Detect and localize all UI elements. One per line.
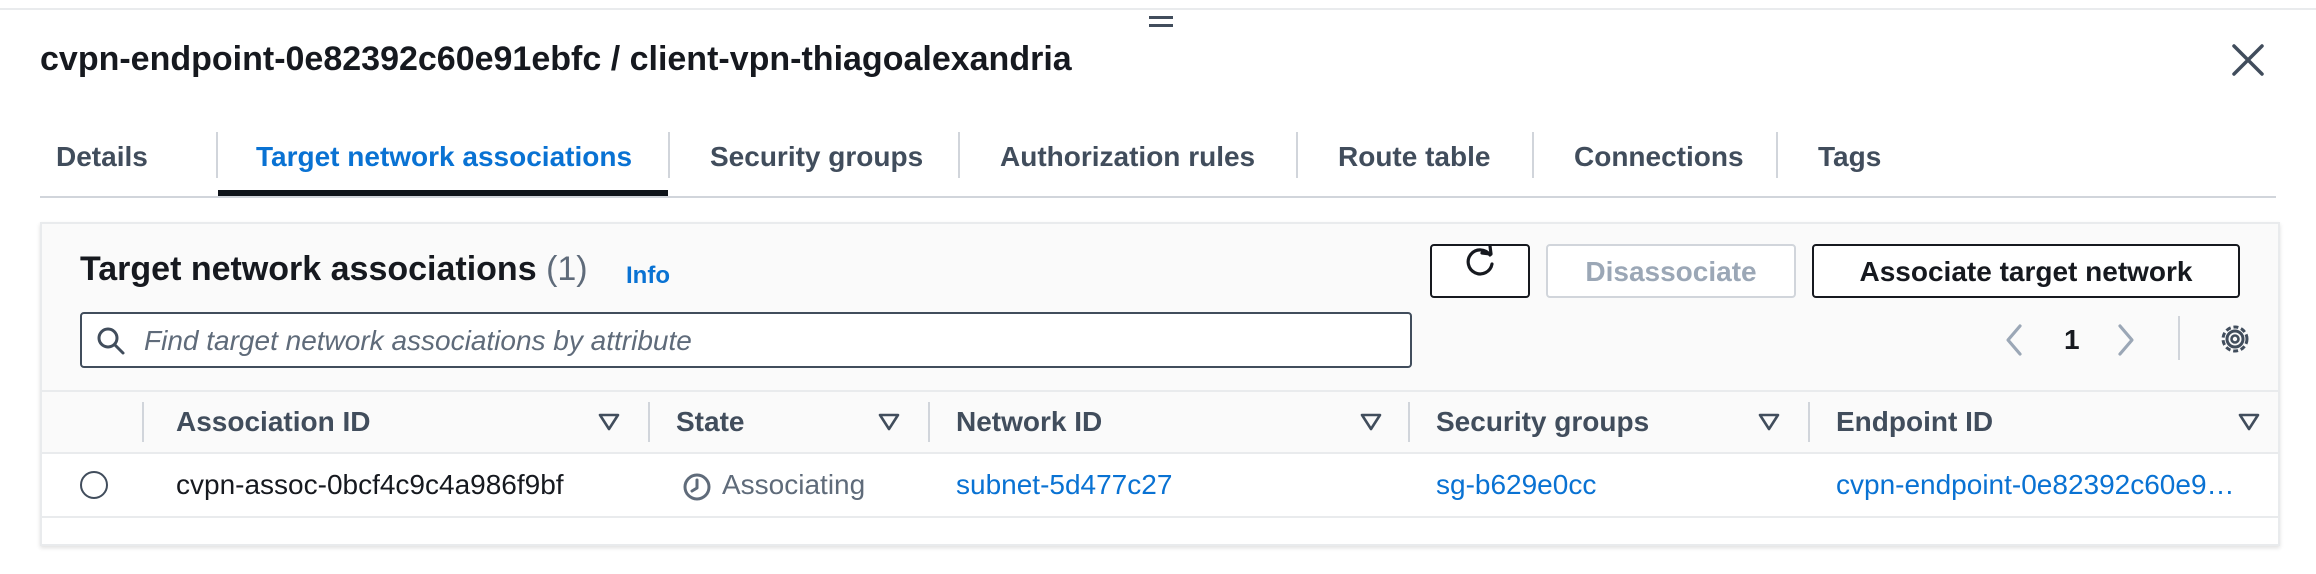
security-group-link[interactable]: sg-b629e0cc	[1436, 454, 1596, 516]
column-separator	[142, 402, 144, 442]
column-separator	[648, 402, 650, 442]
tab-connections[interactable]: Connections	[1574, 128, 1744, 196]
disassociate-button[interactable]: Disassociate	[1546, 244, 1796, 298]
search-icon	[96, 326, 126, 356]
tab-details[interactable]: Details	[56, 128, 148, 196]
page-title: cvpn-endpoint-0e82392c60e91ebfc / client…	[40, 40, 1072, 78]
association-id-cell: cvpn-assoc-0bcf4c9c4a986f9bf	[176, 469, 564, 500]
network-id-link[interactable]: subnet-5d477c27	[956, 454, 1172, 516]
sort-caret-icon[interactable]	[2238, 412, 2260, 432]
gear-icon[interactable]	[2216, 320, 2254, 358]
endpoint-id-link[interactable]: cvpn-endpoint-0e82392c60e9…	[1836, 454, 2256, 516]
pager-divider	[2178, 316, 2180, 360]
tab-authorization-rules[interactable]: Authorization rules	[1000, 128, 1255, 196]
target-network-associations-panel: Target network associations (1) Info Dis…	[40, 222, 2280, 546]
column-header-security-groups[interactable]: Security groups	[1436, 392, 1649, 452]
item-count: (1)	[546, 250, 588, 288]
search-input[interactable]	[142, 320, 1396, 362]
panel-title: Target network associations (1)	[80, 250, 588, 289]
chevron-left-icon[interactable]	[2000, 322, 2028, 358]
tab-route-table[interactable]: Route table	[1338, 128, 1490, 196]
panel-title-text: Target network associations	[80, 250, 537, 288]
row-select-radio[interactable]	[80, 471, 108, 499]
tab-separator	[1532, 132, 1534, 178]
active-tab-indicator	[218, 190, 668, 196]
sort-caret-icon[interactable]	[1758, 412, 1780, 432]
tab-separator	[1776, 132, 1778, 178]
tab-separator	[216, 132, 218, 178]
refresh-icon	[1462, 244, 1498, 297]
associate-target-network-button[interactable]: Associate target network	[1812, 244, 2240, 298]
table-header: Association ID State Network ID Security…	[42, 390, 2278, 454]
sort-caret-icon[interactable]	[598, 412, 620, 432]
tab-target-network-associations[interactable]: Target network associations	[256, 128, 632, 196]
page-number[interactable]: 1	[2064, 324, 2080, 356]
column-header-network-id[interactable]: Network ID	[956, 392, 1102, 452]
close-icon[interactable]	[2228, 40, 2268, 80]
tab-separator	[668, 132, 670, 178]
table-row[interactable]: cvpn-assoc-0bcf4c9c4a986f9bf Associating…	[42, 454, 2278, 518]
sort-caret-icon[interactable]	[878, 412, 900, 432]
top-border	[0, 0, 2316, 10]
column-separator	[1808, 402, 1810, 442]
info-link[interactable]: Info	[626, 262, 670, 290]
resize-handle-icon[interactable]	[1149, 16, 1173, 30]
tab-bar: Details Target network associations Secu…	[40, 128, 2276, 198]
column-separator	[1408, 402, 1410, 442]
tab-separator	[958, 132, 960, 178]
refresh-button[interactable]	[1430, 244, 1530, 298]
tab-separator	[1296, 132, 1298, 178]
tab-security-groups[interactable]: Security groups	[710, 128, 923, 196]
column-header-state[interactable]: State	[676, 392, 744, 452]
panel-header: Target network associations (1) Info Dis…	[42, 224, 2278, 390]
state-cell: Associating	[722, 469, 866, 500]
tab-tags[interactable]: Tags	[1818, 128, 1881, 196]
search-field[interactable]	[80, 312, 1412, 368]
column-separator	[928, 402, 930, 442]
chevron-right-icon[interactable]	[2112, 322, 2140, 358]
column-header-association-id[interactable]: Association ID	[176, 392, 370, 452]
sort-caret-icon[interactable]	[1360, 412, 1382, 432]
column-header-endpoint-id[interactable]: Endpoint ID	[1836, 392, 1993, 452]
clock-icon	[682, 472, 712, 502]
